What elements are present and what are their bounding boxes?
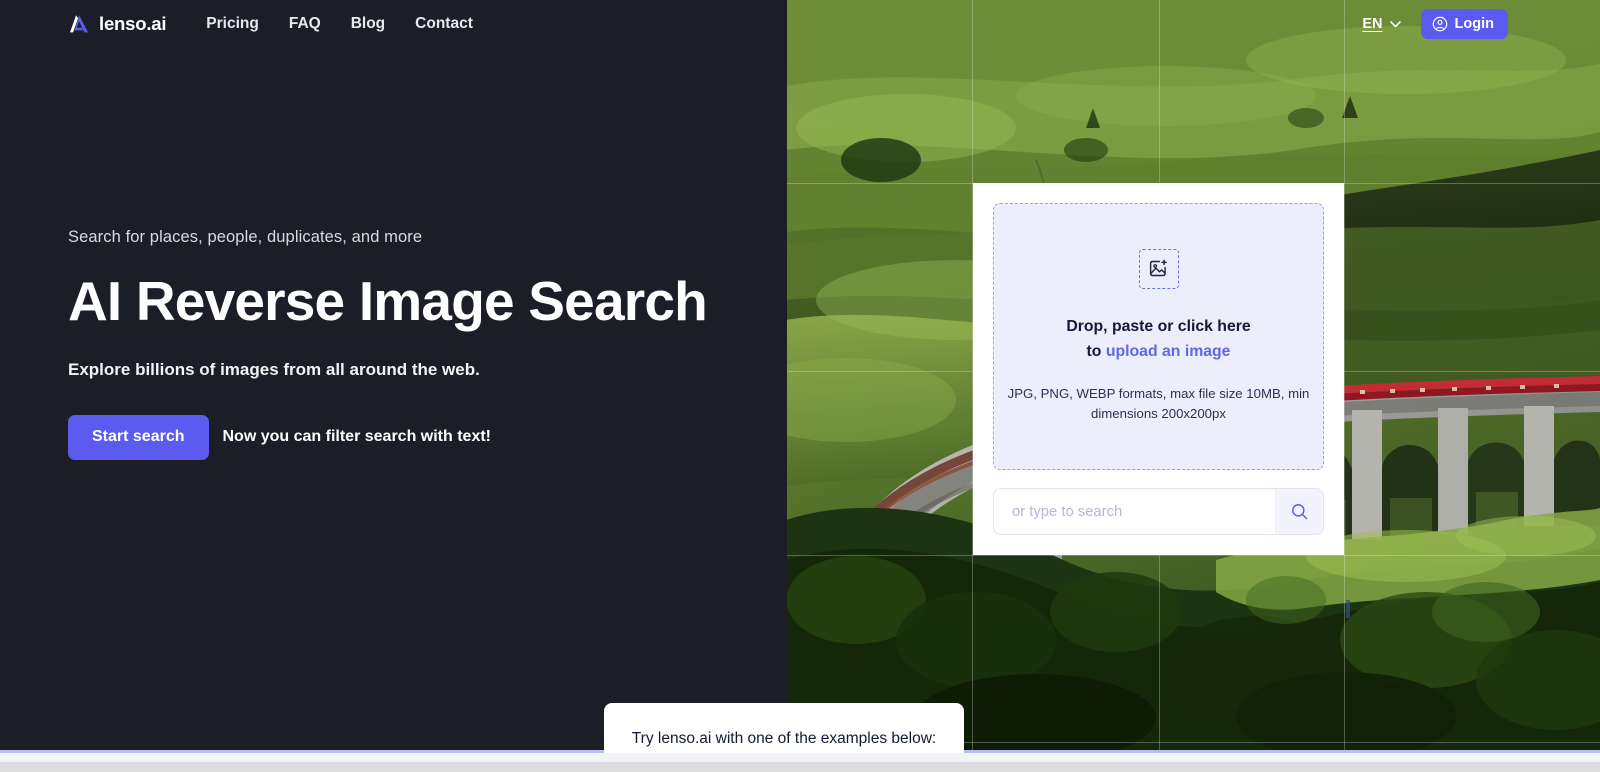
upload-an-image-link[interactable]: upload an image xyxy=(1106,343,1231,360)
landing-page: lenso.ai Pricing FAQ Blog Contact EN Log… xyxy=(0,0,1600,772)
main-nav: Pricing FAQ Blog Contact xyxy=(206,15,473,33)
dropzone-prompt-main: Drop, paste or click here xyxy=(1066,317,1251,335)
upload-card: Drop, paste or click here to upload an i… xyxy=(973,183,1344,555)
brand-name: lenso.ai xyxy=(99,13,167,34)
nav-item-contact[interactable]: Contact xyxy=(415,15,473,33)
start-search-button[interactable]: Start search xyxy=(68,414,209,460)
language-selector[interactable]: EN xyxy=(1362,16,1401,32)
hero-copy: Search for places, people, duplicates, a… xyxy=(68,228,768,460)
header-actions: EN Login xyxy=(1362,9,1508,39)
login-button[interactable]: Login xyxy=(1420,9,1508,39)
examples-banner: Try lenso.ai with one of the examples be… xyxy=(604,703,964,753)
nav-item-faq[interactable]: FAQ xyxy=(289,15,321,33)
search-input[interactable] xyxy=(994,489,1275,534)
page-title: AI Reverse Image Search xyxy=(68,270,708,332)
examples-banner-text: Try lenso.ai with one of the examples be… xyxy=(631,730,937,747)
hero-eyebrow: Search for places, people, duplicates, a… xyxy=(68,228,423,246)
below-hero-strip xyxy=(0,753,1600,762)
hero-lede: Explore billions of images from all arou… xyxy=(68,359,480,379)
dropzone-prompt-to: to xyxy=(1086,342,1102,360)
language-code: EN xyxy=(1362,16,1383,32)
search-submit-button[interactable] xyxy=(1275,489,1323,534)
dropzone-constraints: JPG, PNG, WEBP formats, max file size 10… xyxy=(1007,385,1310,421)
search-icon xyxy=(1292,504,1308,520)
cta-note: Now you can filter search with text! xyxy=(222,428,492,446)
site-header: lenso.ai Pricing FAQ Blog Contact EN Log… xyxy=(0,0,1600,48)
lenso-a-mark-icon xyxy=(70,15,88,33)
chevron-down-icon xyxy=(1389,20,1401,27)
search-row xyxy=(993,488,1324,535)
image-add-icon xyxy=(1149,259,1167,277)
nav-item-pricing[interactable]: Pricing xyxy=(206,15,259,33)
brand-logo[interactable]: lenso.ai xyxy=(68,13,166,35)
dropzone-icon-frame xyxy=(1138,248,1179,289)
dropzone[interactable]: Drop, paste or click here to upload an i… xyxy=(993,203,1324,470)
user-circle-icon xyxy=(1432,16,1447,32)
dropzone-prompt: Drop, paste or click here to upload an i… xyxy=(1066,315,1250,365)
login-button-label: Login xyxy=(1454,16,1494,32)
nav-item-blog[interactable]: Blog xyxy=(351,15,385,33)
page-background-strip xyxy=(0,762,1600,772)
hero-cta-row: Start search Now you can filter search w… xyxy=(68,414,768,460)
